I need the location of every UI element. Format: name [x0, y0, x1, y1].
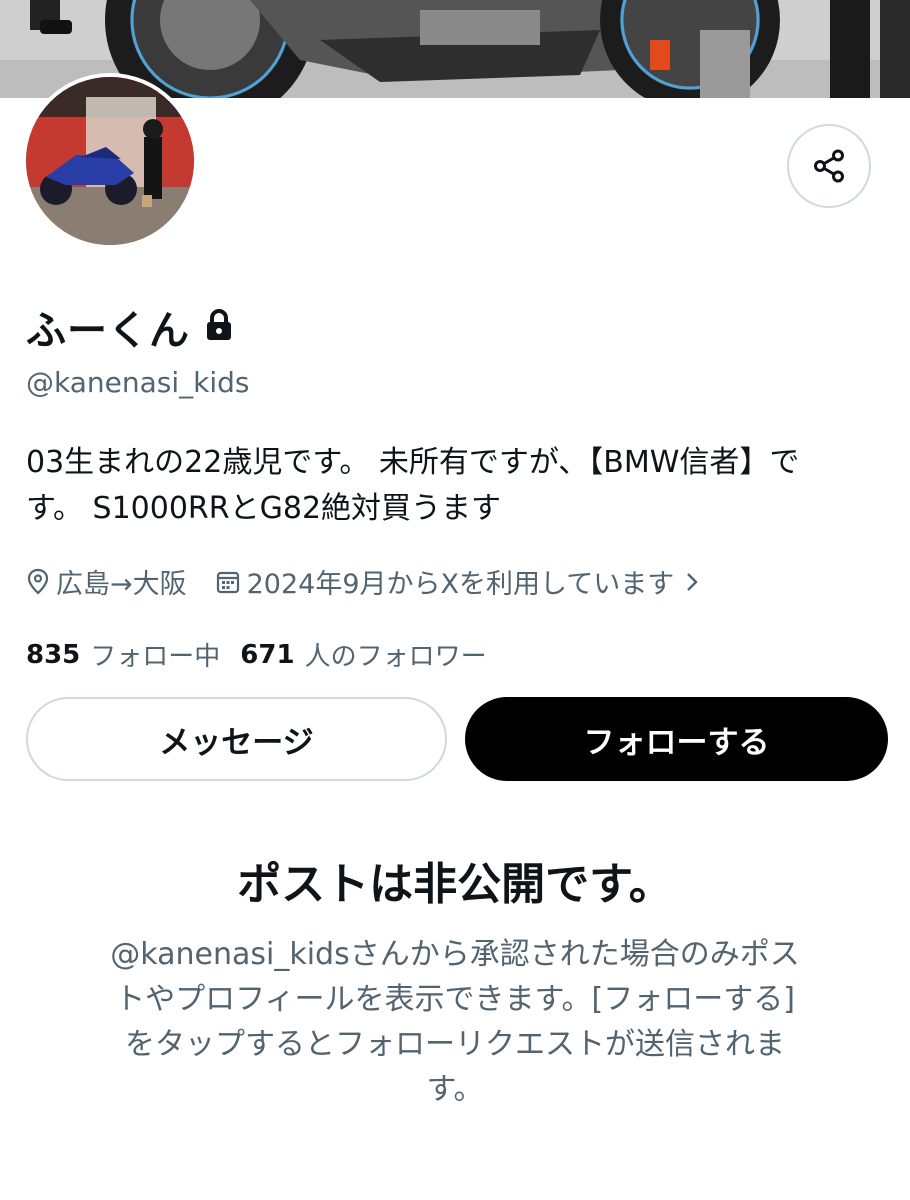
location-pin-icon	[27, 568, 49, 594]
profile-location: 広島→大阪	[26, 562, 187, 601]
share-button[interactable]	[787, 124, 871, 208]
avatar-image	[26, 77, 194, 245]
notice-line: をタップするとフォローリクエストが送信されま	[125, 1027, 785, 1062]
followers-label[interactable]: 人のフォロワー	[305, 636, 487, 673]
bio-line: す。 S1000RRとG82絶対買うます	[26, 491, 502, 526]
share-icon	[814, 149, 844, 183]
display-name: ふーくん	[26, 308, 190, 354]
profile-stats: 835 フォロー中 671 人のフォロワー	[26, 636, 507, 673]
followers-count[interactable]: 671	[240, 640, 294, 670]
bio-line: 03生まれの22歳児です。 未所有ですが、【BMW信者】で	[26, 445, 800, 480]
private-notice-description: @kanenasi_kidsさんから承認された場合のみポス トやプロフィールを表…	[60, 932, 850, 1112]
profile-bio: 03生まれの22歳児です。 未所有ですが、【BMW信者】で す。 S1000RR…	[26, 440, 866, 532]
avatar[interactable]	[22, 73, 198, 249]
profile-handle: @kanenasi_kids	[26, 366, 250, 399]
avatar-container[interactable]	[22, 73, 198, 249]
following-count[interactable]: 835	[26, 640, 80, 670]
notice-line: @kanenasi_kidsさんから承認された場合のみポス	[110, 937, 800, 972]
profile-meta: 広島→大阪 2024年9月からXを利用しています	[26, 562, 706, 601]
chevron-right-icon	[687, 572, 698, 591]
profile-join-date[interactable]: 2024年9月からXを利用しています	[215, 562, 707, 601]
notice-line: す。	[426, 1072, 484, 1107]
location-text: 広島→大阪	[56, 569, 187, 600]
private-notice-title: ポストは非公開です。	[237, 859, 673, 910]
notice-line: トやプロフィールを表示できます。[フォローする]	[115, 982, 795, 1017]
message-button[interactable]: メッセージ	[26, 697, 447, 781]
follow-button[interactable]: フォローする	[465, 697, 888, 781]
join-date-text: 2024年9月からXを利用しています	[246, 569, 675, 600]
lock-icon	[204, 308, 234, 346]
profile-name-row: ふーくん	[26, 298, 234, 356]
following-label[interactable]: フォロー中	[90, 636, 220, 673]
calendar-icon	[216, 571, 239, 593]
